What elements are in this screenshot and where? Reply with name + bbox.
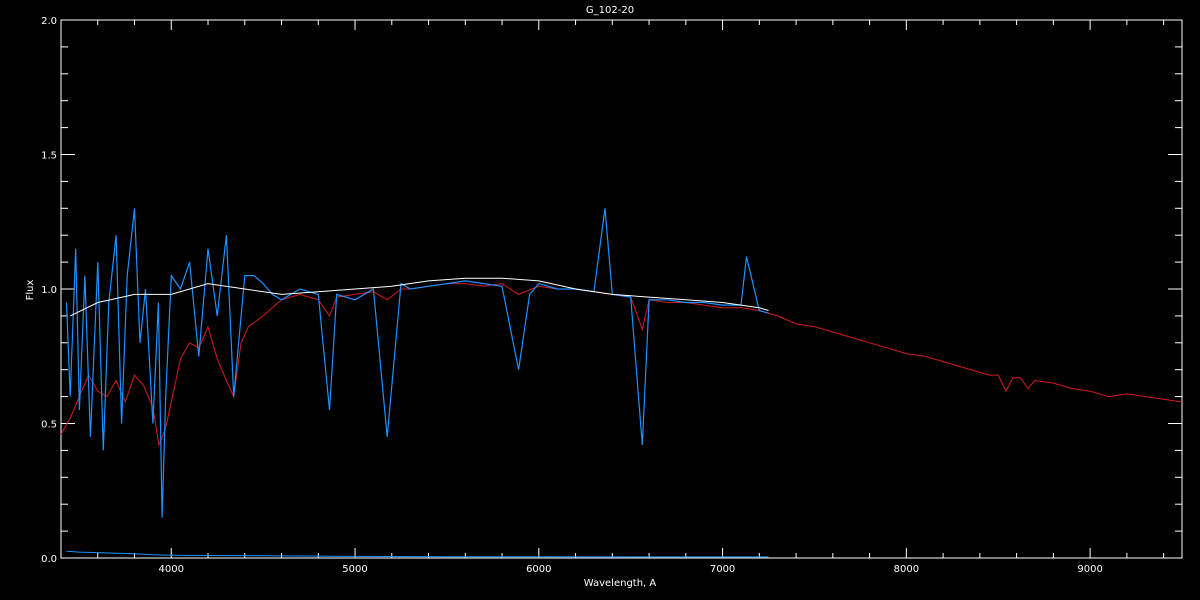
y-axis-label: Flux [25,280,36,301]
y-tick-label: 1.0 [41,285,57,296]
y-tick-label: 0.0 [41,554,57,565]
x-axis-label: Wavelength, A [584,578,657,589]
x-tick-label: 8000 [894,564,919,575]
x-tick-label: 5000 [342,564,367,575]
x-tick-label: 7000 [710,564,735,575]
y-tick-label: 0.5 [41,420,57,431]
spectrum-chart: G_102-20 4000 5000 6000 7000 8000 9000 0.0 0.5 1… [0,0,1200,600]
y-tick-label: 1.5 [41,151,57,162]
x-tick-label: 9000 [1077,564,1102,575]
x-tick-label: 6000 [526,564,551,575]
x-tick-label: 4000 [159,564,184,575]
y-tick-label: 2.0 [41,16,57,27]
chart-background [0,0,1200,600]
chart-title: G_102-20 [586,5,634,16]
